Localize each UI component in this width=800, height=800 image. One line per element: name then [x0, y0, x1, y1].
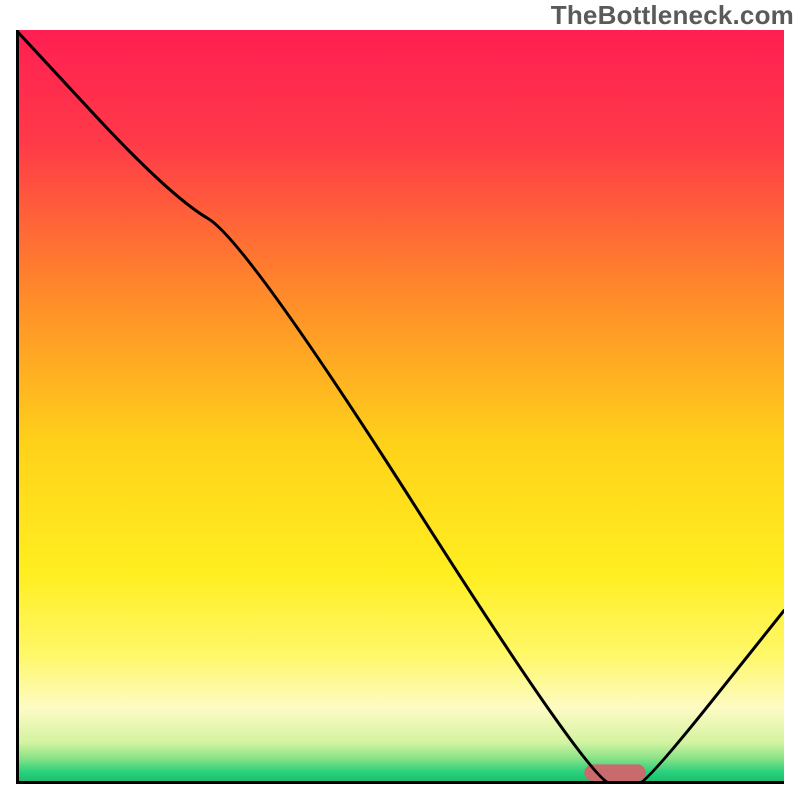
chart-svg	[16, 30, 784, 784]
chart-canvas: TheBottleneck.com	[0, 0, 800, 800]
plot-area	[16, 30, 784, 784]
watermark-text: TheBottleneck.com	[551, 0, 794, 31]
background-rect	[16, 30, 784, 784]
optimal-marker	[584, 764, 645, 781]
